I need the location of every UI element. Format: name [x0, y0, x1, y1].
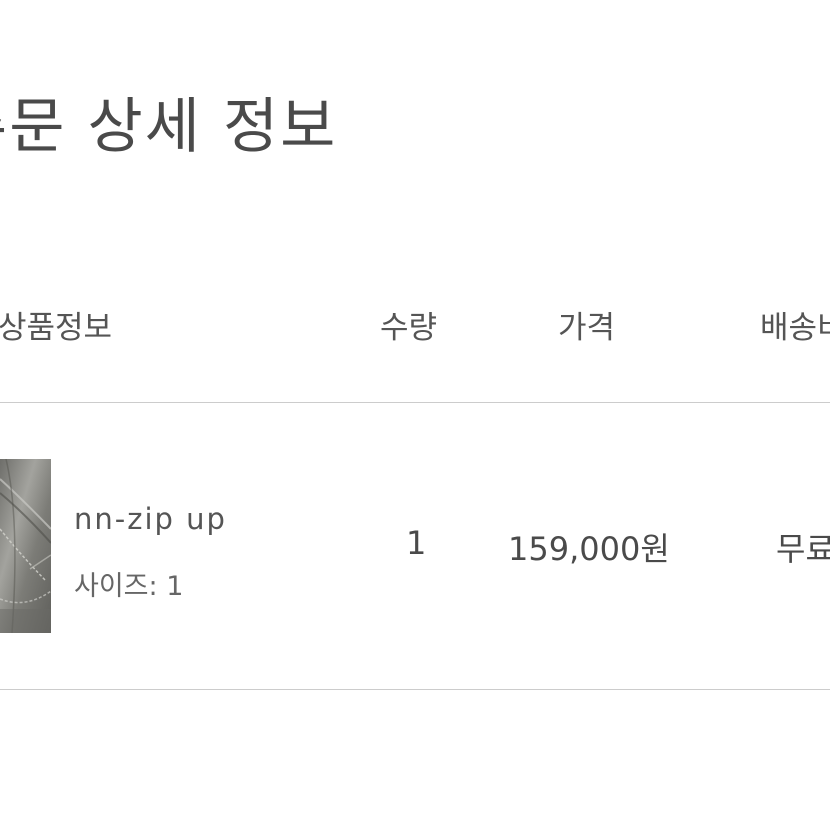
column-header-price: 가격 [558, 310, 616, 346]
column-header-shipping: 배송비 [760, 310, 830, 346]
product-price: 159,000원 [508, 530, 670, 568]
leather-jacket-image-icon [0, 459, 51, 633]
column-header-product: 상품정보 [0, 310, 113, 346]
page-title: 주문 상세 정보 [0, 92, 338, 162]
product-thumbnail[interactable] [0, 459, 51, 633]
product-name[interactable]: nn-zip up [74, 502, 227, 536]
table-divider-top [0, 402, 830, 403]
product-option: 사이즈: 1 [74, 571, 184, 602]
order-detail-page: 주문 상세 정보 상품정보 수량 가격 배송비 nn-zip up [0, 0, 830, 830]
product-quantity: 1 [406, 524, 427, 562]
table-divider-bottom [0, 689, 830, 690]
product-shipping: 무료 [776, 530, 830, 568]
column-header-quantity: 수량 [380, 310, 438, 346]
